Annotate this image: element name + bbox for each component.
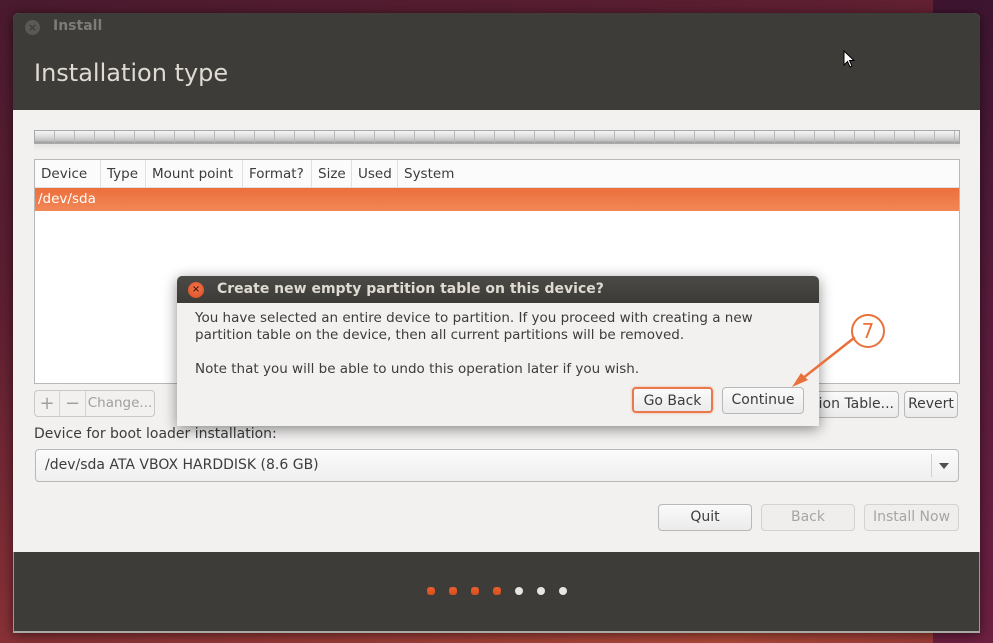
- dialog-note: Note that you will be able to undo this …: [195, 361, 640, 377]
- window-header: × Install Installation type: [13, 13, 980, 110]
- progress-dot-complete: [427, 587, 435, 595]
- revert-button[interactable]: Revert: [904, 391, 958, 418]
- column-header-type[interactable]: Type: [101, 160, 146, 188]
- dialog-close-icon[interactable]: ×: [188, 282, 204, 298]
- mouse-cursor-icon: [843, 50, 856, 68]
- progress-dot-pending: [559, 587, 567, 595]
- progress-dot-complete: [493, 587, 501, 595]
- quit-button[interactable]: Quit: [658, 504, 752, 531]
- column-header-format[interactable]: Format?: [243, 160, 312, 188]
- column-header-system[interactable]: System: [398, 160, 959, 188]
- table-header: Device Type Mount point Format? Size Use…: [35, 160, 959, 188]
- partition-bar-reflection: [34, 144, 960, 151]
- partition-bar: [34, 130, 960, 144]
- column-header-mount-point[interactable]: Mount point: [146, 160, 243, 188]
- window-footer: [13, 552, 980, 633]
- progress-dot-pending: [537, 587, 545, 595]
- dialog-titlebar: × Create new empty partition table on th…: [177, 276, 819, 303]
- row-device: /dev/sda: [38, 191, 96, 207]
- window-title: Install: [53, 18, 103, 34]
- change-partition-button[interactable]: Change...: [86, 391, 154, 416]
- column-header-size[interactable]: Size: [312, 160, 352, 188]
- remove-partition-button[interactable]: −: [60, 391, 86, 416]
- combo-separator: [931, 454, 932, 477]
- progress-dot-pending: [515, 587, 523, 595]
- dialog-title: Create new empty partition table on this…: [217, 281, 604, 297]
- boot-loader-value: /dev/sda ATA VBOX HARDDISK (8.6 GB): [45, 457, 319, 473]
- partition-toolbar: + − Change...: [34, 390, 155, 417]
- boot-loader-select[interactable]: /dev/sda ATA VBOX HARDDISK (8.6 GB): [35, 449, 959, 482]
- table-row[interactable]: /dev/sda: [35, 188, 959, 211]
- column-header-device[interactable]: Device: [35, 160, 101, 188]
- back-button[interactable]: Back: [761, 504, 855, 531]
- dialog-message: You have selected an entire device to pa…: [195, 310, 753, 343]
- install-now-button[interactable]: Install Now: [864, 504, 959, 531]
- progress-dots: [427, 587, 567, 595]
- go-back-button[interactable]: Go Back: [632, 387, 713, 413]
- column-header-used[interactable]: Used: [352, 160, 398, 188]
- close-icon[interactable]: ×: [25, 20, 40, 35]
- page-title: Installation type: [34, 59, 229, 87]
- progress-dot-complete: [471, 587, 479, 595]
- confirm-dialog: × Create new empty partition table on th…: [177, 276, 819, 426]
- annotation-arrow-icon: [792, 336, 856, 387]
- chevron-down-icon[interactable]: [939, 463, 949, 469]
- add-partition-button[interactable]: +: [35, 391, 60, 416]
- boot-loader-label: Device for boot loader installation:: [34, 426, 277, 442]
- progress-dot-complete: [449, 587, 457, 595]
